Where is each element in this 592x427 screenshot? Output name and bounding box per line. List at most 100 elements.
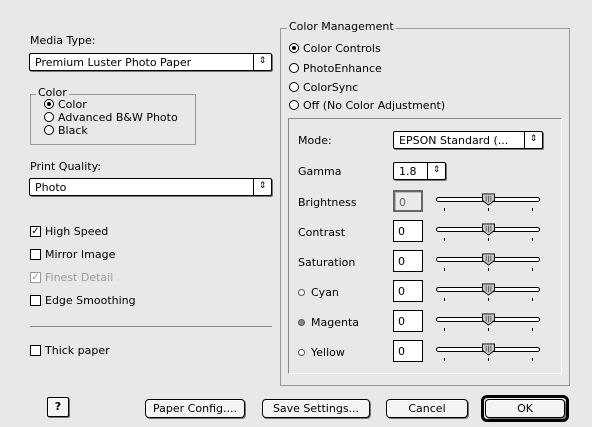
brightness-field[interactable]: 0 <box>393 190 423 212</box>
thick-paper-checkbox[interactable] <box>30 345 41 356</box>
slider-tick <box>532 268 533 271</box>
slider-tick <box>532 298 533 301</box>
radio-color-controls[interactable] <box>289 43 299 53</box>
color-management-title: Color Management <box>287 20 396 33</box>
yellow-value: 0 <box>398 345 405 358</box>
radio-black-label: Black <box>58 124 88 137</box>
slider-tick <box>488 238 489 241</box>
contrast-field[interactable]: 0 <box>393 220 423 242</box>
media-type-label: Media Type: <box>30 34 96 47</box>
popup-arrows-icon: ⇕ <box>253 179 271 195</box>
radio-off[interactable] <box>289 100 299 110</box>
slider-tick <box>488 268 489 271</box>
slider-tick <box>532 328 533 331</box>
slider-thumb-icon[interactable] <box>481 283 496 296</box>
magenta-slider[interactable] <box>436 311 540 333</box>
help-icon: ? <box>54 400 62 413</box>
slider-tick <box>444 268 445 271</box>
mode-value: EPSON Standard (... <box>399 134 509 147</box>
brightness-label: Brightness <box>298 196 357 209</box>
cyan-value: 0 <box>398 285 405 298</box>
media-type-value: Premium Luster Photo Paper <box>35 56 192 69</box>
saturation-label: Saturation <box>298 256 356 269</box>
radio-black[interactable] <box>44 125 54 135</box>
slider-thumb-icon[interactable] <box>481 343 496 356</box>
slider-thumb-icon[interactable] <box>481 193 496 206</box>
thick-paper-label: Thick paper <box>45 344 110 357</box>
cyan-slider[interactable] <box>436 281 540 303</box>
print-quality-label: Print Quality: <box>30 160 102 173</box>
magenta-field[interactable]: 0 <box>393 310 423 332</box>
slider-thumb-icon[interactable] <box>481 223 496 236</box>
cancel-button[interactable]: Cancel <box>386 399 468 418</box>
slider-tick <box>444 298 445 301</box>
saturation-value: 0 <box>398 255 405 268</box>
radio-colorsync[interactable] <box>289 82 299 92</box>
mirror-image-label: Mirror Image <box>45 248 116 261</box>
mode-label: Mode: <box>298 134 332 147</box>
slider-tick <box>532 208 533 211</box>
radio-color-label: Color <box>58 98 87 111</box>
print-options-dialog: Media Type: Premium Luster Photo Paper ⇕… <box>0 0 592 427</box>
cyan-label: Cyan <box>311 286 339 299</box>
slider-tick <box>444 358 445 361</box>
saturation-field[interactable]: 0 <box>393 250 423 272</box>
yellow-label: Yellow <box>311 346 345 359</box>
magenta-dot-icon <box>298 319 305 326</box>
slider-tick <box>488 298 489 301</box>
slider-tick <box>488 328 489 331</box>
radio-advanced-bw[interactable] <box>44 112 54 122</box>
high-speed-label: High Speed <box>45 225 109 238</box>
yellow-slider[interactable] <box>436 341 540 363</box>
popup-arrows-icon: ⇕ <box>427 163 445 179</box>
high-speed-checkbox[interactable]: ✓ <box>30 226 41 237</box>
help-button[interactable]: ? <box>47 397 69 417</box>
radio-color-controls-label: Color Controls <box>303 42 381 55</box>
edge-smoothing-label: Edge Smoothing <box>45 294 136 307</box>
contrast-value: 0 <box>398 225 405 238</box>
cyan-field[interactable]: 0 <box>393 280 423 302</box>
slider-thumb-icon[interactable] <box>481 253 496 266</box>
slider-tick <box>444 208 445 211</box>
slider-tick <box>488 358 489 361</box>
contrast-slider[interactable] <box>436 221 540 243</box>
gamma-label: Gamma <box>298 165 342 178</box>
slider-tick <box>532 238 533 241</box>
contrast-label: Contrast <box>298 226 346 239</box>
gamma-popup[interactable]: 1.8 ⇕ <box>393 162 446 180</box>
color-controls-panel <box>288 118 562 374</box>
paper-config-button[interactable]: Paper Config.... <box>145 399 245 418</box>
slider-tick <box>444 238 445 241</box>
brightness-slider[interactable] <box>436 191 540 213</box>
slider-tick <box>532 358 533 361</box>
slider-thumb-icon[interactable] <box>481 313 496 326</box>
gamma-value: 1.8 <box>399 165 417 178</box>
radio-colorsync-label: ColorSync <box>303 81 359 94</box>
edge-smoothing-checkbox[interactable] <box>30 295 41 306</box>
print-quality-popup[interactable]: Photo ⇕ <box>29 178 272 196</box>
popup-arrows-icon: ⇕ <box>253 54 271 70</box>
radio-advanced-bw-label: Advanced B&W Photo <box>58 111 178 124</box>
slider-tick <box>488 208 489 211</box>
slider-tick <box>444 328 445 331</box>
popup-arrows-icon: ⇕ <box>524 132 542 148</box>
yellow-field[interactable]: 0 <box>393 340 423 362</box>
checkmark-icon: ✓ <box>31 272 40 283</box>
cyan-dot-icon <box>298 289 305 296</box>
print-quality-value: Photo <box>35 181 67 194</box>
radio-photoenhance[interactable] <box>289 63 299 73</box>
divider <box>30 326 272 327</box>
save-settings-button[interactable]: Save Settings... <box>262 399 370 418</box>
mirror-image-checkbox[interactable] <box>30 249 41 260</box>
finest-detail-checkbox: ✓ <box>30 272 41 283</box>
radio-color[interactable] <box>44 99 54 109</box>
checkmark-icon: ✓ <box>31 226 40 237</box>
radio-off-label: Off (No Color Adjustment) <box>303 99 446 112</box>
magenta-value: 0 <box>398 315 405 328</box>
radio-photoenhance-label: PhotoEnhance <box>303 62 382 75</box>
magenta-label: Magenta <box>311 316 360 329</box>
mode-popup[interactable]: EPSON Standard (... ⇕ <box>393 131 543 149</box>
ok-button[interactable]: OK <box>485 399 565 418</box>
saturation-slider[interactable] <box>436 251 540 273</box>
media-type-popup[interactable]: Premium Luster Photo Paper ⇕ <box>29 53 272 71</box>
